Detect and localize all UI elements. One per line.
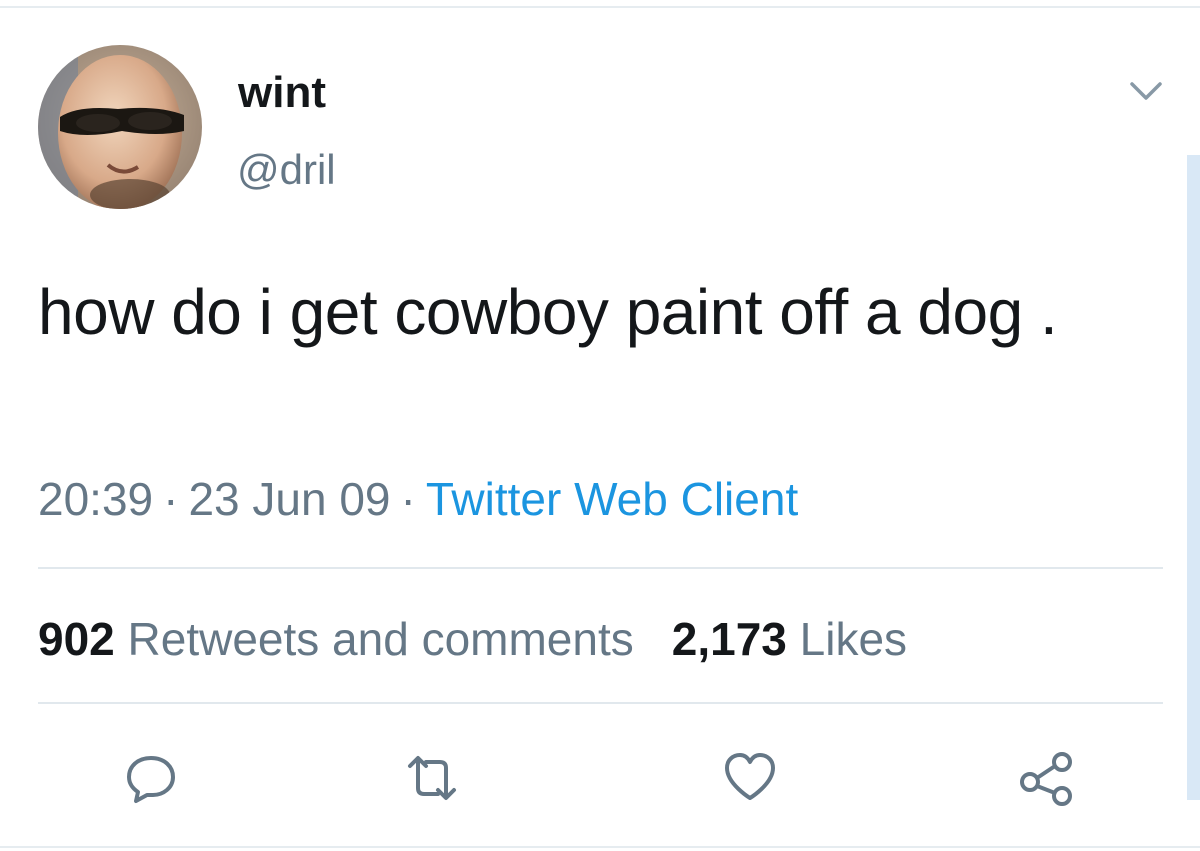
reply-icon: [127, 756, 175, 803]
tweet-time[interactable]: 20:39: [38, 473, 153, 525]
chevron-down-icon[interactable]: [1126, 76, 1166, 106]
divider: [38, 702, 1163, 704]
scrollbar[interactable]: [1187, 155, 1200, 800]
retweet-button[interactable]: [402, 748, 462, 808]
retweet-icon: [408, 756, 456, 800]
likes-label: Likes: [799, 613, 908, 665]
tweet-source-link[interactable]: Twitter Web Client: [426, 473, 798, 525]
tweet-text: how do i get cowboy paint off a dog .: [38, 276, 1058, 348]
retweets-label: Retweets and comments: [127, 613, 634, 665]
meta-separator: ·: [163, 473, 179, 525]
retweets-count: 902: [38, 613, 115, 665]
bottom-border: [0, 846, 1200, 848]
reply-button[interactable]: [121, 748, 181, 808]
likes-stat[interactable]: 2,173 Likes: [672, 613, 907, 665]
heart-icon: [725, 753, 775, 800]
tweet-meta: 20:39 · 23 Jun 09 · Twitter Web Client: [38, 472, 798, 526]
display-name[interactable]: wint: [238, 68, 326, 118]
tweet-stats: 902 Retweets and comments 2,173 Likes: [38, 612, 907, 666]
user-handle[interactable]: @dril: [237, 146, 336, 194]
avatar-image: [38, 45, 202, 209]
divider: [38, 567, 1163, 569]
tweet-date[interactable]: 23 Jun 09: [188, 473, 390, 525]
avatar[interactable]: [38, 45, 202, 209]
meta-separator: ·: [400, 473, 416, 525]
share-icon: [1020, 752, 1072, 806]
like-button[interactable]: [720, 748, 780, 808]
retweets-stat[interactable]: 902 Retweets and comments: [38, 613, 634, 665]
top-border: [0, 6, 1200, 8]
share-button[interactable]: [1016, 748, 1076, 808]
likes-count: 2,173: [671, 613, 787, 665]
